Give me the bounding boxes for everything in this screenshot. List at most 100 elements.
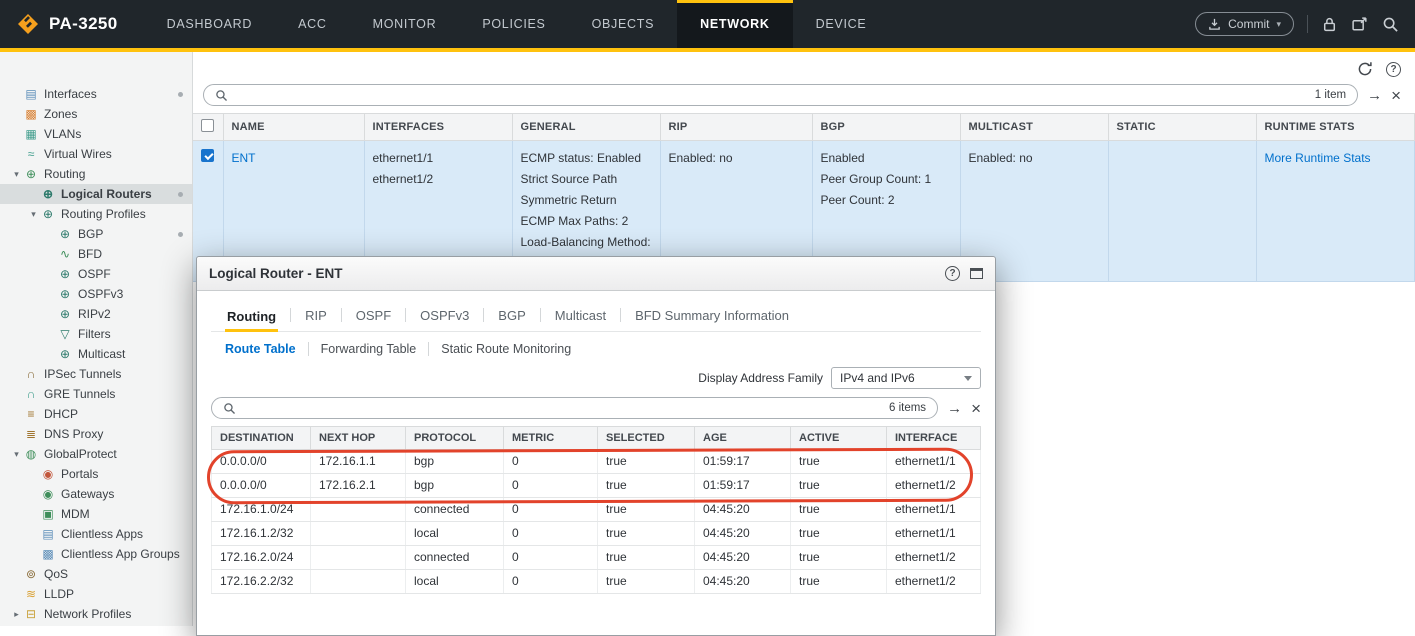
nav-item-monitor[interactable]: MONITOR — [350, 0, 460, 48]
route-search-field[interactable]: 6 items — [211, 397, 938, 419]
more-runtime-stats-link[interactable]: More Runtime Stats — [1265, 151, 1371, 165]
chevron-down-icon[interactable]: ▾ — [27, 209, 40, 220]
nav-item-dashboard[interactable]: DASHBOARD — [144, 0, 275, 48]
route-column-header-protocol[interactable]: PROTOCOL — [406, 427, 504, 450]
sidebar-item-bfd[interactable]: ∿BFD — [0, 244, 192, 264]
dialog-header[interactable]: Logical Router - ENT ? — [197, 257, 995, 291]
nav-item-acc[interactable]: ACC — [275, 0, 350, 48]
sidebar-item-ripv2[interactable]: ⊕RIPv2 — [0, 304, 192, 324]
search-input[interactable] — [235, 87, 1308, 103]
dialog-help-icon[interactable]: ? — [945, 266, 960, 281]
sidebar-item-clientless-apps[interactable]: ▤Clientless Apps — [0, 524, 192, 544]
sidebar-item-routing-profiles[interactable]: ▾⊕Routing Profiles — [0, 204, 192, 224]
route-row[interactable]: 172.16.1.0/24connected0true04:45:20truee… — [212, 498, 981, 522]
route-column-header-active[interactable]: ACTIVE — [791, 427, 887, 450]
route-column-header-metric[interactable]: METRIC — [504, 427, 598, 450]
sidebar-item-filters[interactable]: ▽Filters — [0, 324, 192, 344]
nav-item-policies[interactable]: POLICIES — [459, 0, 568, 48]
context-menu-dot[interactable] — [178, 192, 183, 197]
chevron-down-icon[interactable]: ▾ — [10, 169, 23, 180]
sidebar-item-dhcp[interactable]: ≡DHCP — [0, 404, 192, 424]
column-header-bgp[interactable]: BGP — [812, 114, 960, 141]
sidebar-item-gateways[interactable]: ◉Gateways — [0, 484, 192, 504]
commit-icon — [1208, 18, 1221, 31]
task-manager-icon[interactable] — [1351, 16, 1369, 33]
nav-item-network[interactable]: NETWORK — [677, 0, 792, 48]
sidebar-item-ospfv3[interactable]: ⊕OSPFv3 — [0, 284, 192, 304]
route-row[interactable]: 0.0.0.0/0172.16.2.1bgp0true01:59:17truee… — [212, 474, 981, 498]
route-column-header-selected[interactable]: SELECTED — [598, 427, 695, 450]
sidebar-item-interfaces[interactable]: ▤Interfaces — [0, 84, 192, 104]
tab-rip[interactable]: RIP — [303, 299, 329, 331]
sidebar-item-portals[interactable]: ◉Portals — [0, 464, 192, 484]
sidebar-item-network-profiles[interactable]: ▸⊟Network Profiles — [0, 604, 192, 624]
column-header-name[interactable]: NAME — [223, 114, 364, 141]
select-all-header[interactable] — [193, 114, 223, 141]
sidebar-item-clientless-app-groups[interactable]: ▩Clientless App Groups — [0, 544, 192, 564]
sidebar-item-dns-proxy[interactable]: ≣DNS Proxy — [0, 424, 192, 444]
column-header-rip[interactable]: RIP — [660, 114, 812, 141]
subtab-route-table[interactable]: Route Table — [225, 342, 296, 356]
sidebar-item-multicast[interactable]: ⊕Multicast — [0, 344, 192, 364]
route-row[interactable]: 172.16.1.2/32local0true04:45:20trueether… — [212, 522, 981, 546]
sidebar-item-virtual-wires[interactable]: ≈Virtual Wires — [0, 144, 192, 164]
route-search-input[interactable] — [243, 400, 882, 416]
sidebar-item-vlans[interactable]: ▦VLANs — [0, 124, 192, 144]
column-header-interfaces[interactable]: INTERFACES — [364, 114, 512, 141]
context-menu-dot[interactable] — [178, 232, 183, 237]
route-column-header-destination[interactable]: DESTINATION — [212, 427, 311, 450]
route-row[interactable]: 172.16.2.2/32local0true04:45:20trueether… — [212, 570, 981, 594]
sidebar-item-zones[interactable]: ▩Zones — [0, 104, 192, 124]
column-header-runtime-stats[interactable]: RUNTIME STATS — [1256, 114, 1415, 141]
column-header-multicast[interactable]: MULTICAST — [960, 114, 1108, 141]
sidebar-item-qos[interactable]: ⊚QoS — [0, 564, 192, 584]
route-cell-age: 01:59:17 — [695, 474, 791, 498]
sidebar-item-routing[interactable]: ▾⊕Routing — [0, 164, 192, 184]
chevron-right-icon[interactable]: ▸ — [10, 609, 23, 620]
chevron-down-icon[interactable]: ▾ — [10, 449, 23, 460]
tab-ospfv3[interactable]: OSPFv3 — [418, 299, 471, 331]
sidebar-item-bgp[interactable]: ⊕BGP — [0, 224, 192, 244]
subtab-static-route-monitoring[interactable]: Static Route Monitoring — [441, 342, 571, 356]
tab-bfd-summary-information[interactable]: BFD Summary Information — [633, 299, 791, 331]
apply-filter-arrow-icon[interactable]: → — [1367, 88, 1382, 103]
select-all-checkbox[interactable] — [201, 119, 214, 132]
route-column-header-interface[interactable]: INTERFACE — [887, 427, 981, 450]
tab-ospf[interactable]: OSPF — [354, 299, 393, 331]
column-header-general[interactable]: GENERAL — [512, 114, 660, 141]
sidebar-item-logical-routers[interactable]: ⊕Logical Routers — [0, 184, 192, 204]
main-search-field[interactable]: 1 item — [203, 84, 1358, 106]
router-name-link[interactable]: ENT — [232, 151, 256, 165]
column-header-static[interactable]: STATIC — [1108, 114, 1256, 141]
route-row[interactable]: 0.0.0.0/0172.16.1.1bgp0true01:59:17truee… — [212, 450, 981, 474]
help-icon[interactable]: ? — [1386, 62, 1401, 77]
address-family-select[interactable]: IPv4 and IPv6 — [831, 367, 981, 389]
sidebar-item-ospf[interactable]: ⊕OSPF — [0, 264, 192, 284]
route-column-header-next-hop[interactable]: NEXT HOP — [311, 427, 406, 450]
sidebar-item-mdm[interactable]: ▣MDM — [0, 504, 192, 524]
route-row[interactable]: 172.16.2.0/24connected0true04:45:20truee… — [212, 546, 981, 570]
apply-filter-arrow-icon[interactable]: → — [947, 401, 962, 416]
refresh-icon[interactable] — [1357, 61, 1373, 77]
commit-button[interactable]: Commit ▾ — [1195, 12, 1294, 36]
sidebar-item-gre-tunnels[interactable]: ∩GRE Tunnels — [0, 384, 192, 404]
context-menu-dot[interactable] — [178, 92, 183, 97]
route-cell-next-hop — [311, 498, 406, 522]
lock-icon[interactable] — [1321, 16, 1338, 33]
sidebar-item-ipsec-tunnels[interactable]: ∩IPSec Tunnels — [0, 364, 192, 384]
nav-item-objects[interactable]: OBJECTS — [569, 0, 678, 48]
search-icon[interactable] — [1382, 16, 1399, 33]
tab-routing[interactable]: Routing — [225, 300, 278, 332]
row-checkbox[interactable] — [201, 149, 214, 162]
clear-filter-icon[interactable]: × — [971, 400, 981, 417]
maximize-icon[interactable] — [970, 268, 983, 279]
sidebar-item-lldp[interactable]: ≋LLDP — [0, 584, 192, 604]
tab-multicast[interactable]: Multicast — [553, 299, 608, 331]
sidebar-item-label: Logical Routers — [61, 187, 152, 201]
route-column-header-age[interactable]: AGE — [695, 427, 791, 450]
clear-filter-icon[interactable]: × — [1391, 87, 1401, 104]
subtab-forwarding-table[interactable]: Forwarding Table — [321, 342, 417, 356]
nav-item-device[interactable]: DEVICE — [793, 0, 890, 48]
tab-bgp[interactable]: BGP — [496, 299, 527, 331]
sidebar-item-globalprotect[interactable]: ▾◍GlobalProtect — [0, 444, 192, 464]
